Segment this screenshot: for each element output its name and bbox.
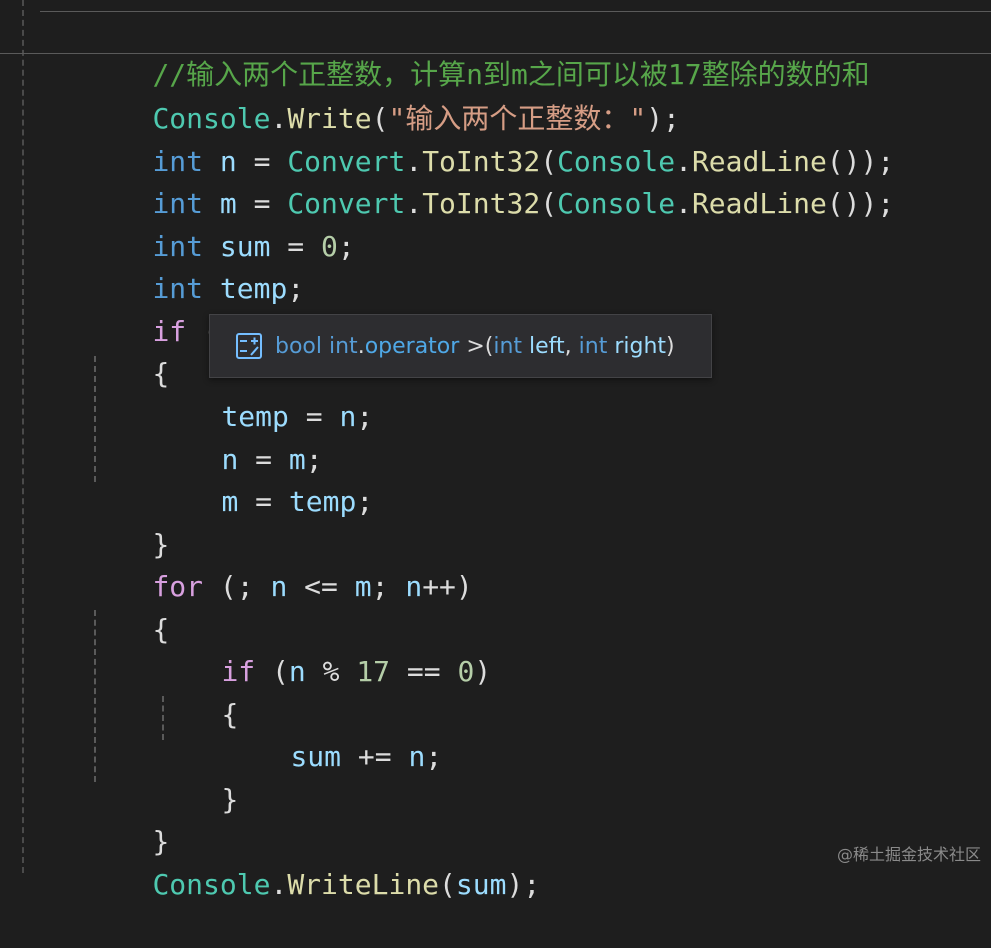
number-literal: 0 [457,655,475,688]
param-type[interactable]: int [579,334,608,359]
operator-keyword: operator [364,333,460,359]
gutter-guide [22,0,24,873]
operator: <= [287,570,355,603]
punctuation: . [405,187,423,220]
operator: % [305,655,357,688]
operator: == [390,655,458,688]
return-type: bool [275,333,322,359]
punctuation: ; [425,740,443,773]
operator: += [341,740,409,773]
punctuation: ; [371,570,406,603]
code-line-brace[interactable]: { [85,567,169,646]
code-line-writeline[interactable]: Console.WriteLine(sum); [85,822,540,901]
param-name: left [522,333,565,359]
code-line-brace[interactable]: { [85,311,169,390]
variable-name: n [408,740,426,773]
code-line-brace[interactable]: } [85,482,169,561]
watermark: @稀土掘金技术社区 [836,845,981,864]
punctuation: . [675,187,692,220]
code-line-brace[interactable]: } [85,779,169,858]
code-line-sum-add[interactable]: sum += n; [223,694,442,773]
class-name: Console [557,187,676,220]
tooltip-signature: bool int.operator >(int left, int right) [275,334,675,359]
variable-name: sum [290,740,342,773]
operator-icon [235,332,263,360]
punctuation: ( [540,187,558,220]
number-literal: 0 [321,230,338,263]
variable-name: n [288,655,306,688]
variable-name: m [354,570,372,603]
punctuation: ; [337,230,355,263]
number-literal: 17 [356,655,391,688]
operator: = [238,485,289,518]
operator-symbol: > [466,333,485,359]
punctuation: ; [356,485,374,518]
owner-type[interactable]: int [329,334,358,359]
method-name: ReadLine [691,187,827,220]
code-line-decl-temp[interactable]: int temp; [85,226,304,305]
code-line-brace[interactable]: { [154,652,238,731]
code-line-brace[interactable]: } [154,737,238,816]
code-line-decl-n[interactable]: int n = Convert.ToInt32(Console.ReadLine… [85,99,894,178]
variable-name: m [221,485,239,518]
code-editor[interactable]: //输入两个正整数，计算n到m之间可以被17整除的数的和 Console.Wri… [0,0,991,901]
punctuation: ; [356,400,374,433]
variable-name: n [339,400,357,433]
punctuation: , [564,333,579,359]
code-line-if[interactable]: if (n > m) [85,269,321,348]
punctuation: (; [203,570,271,603]
code-line-if-mod[interactable]: if (n % 17 == 0) [154,609,491,688]
punctuation: ()); [826,187,895,220]
param-type[interactable]: int [493,334,522,359]
code-line-assign-n[interactable]: n = m; [154,397,322,476]
punctuation: ( [255,655,289,688]
punctuation: ) [474,655,492,688]
brace: } [221,783,239,816]
punctuation: . [357,333,365,359]
operator: ++) [422,570,473,603]
code-line-assign-m[interactable]: m = temp; [154,439,373,518]
method-name: ToInt32 [422,187,541,220]
variable-name: n [405,570,423,603]
param-name: right [607,333,667,359]
quick-info-tooltip[interactable]: bool int.operator >(int left, int right) [209,314,712,378]
code-line-write[interactable]: Console.Write("输入两个正整数："); [85,56,679,135]
punctuation: ) [666,333,675,359]
code-line-decl-m[interactable]: int m = Convert.ToInt32(Console.ReadLine… [85,141,894,220]
code-line-comment[interactable]: //输入两个正整数，计算n到m之间可以被17整除的数的和 [85,12,869,91]
code-line-decl-sum[interactable]: int sum = 0; [85,184,354,263]
variable-name: temp [288,485,357,518]
variable-name: n [270,570,288,603]
code-line-for[interactable]: for (; n <= m; n++) [85,524,472,603]
